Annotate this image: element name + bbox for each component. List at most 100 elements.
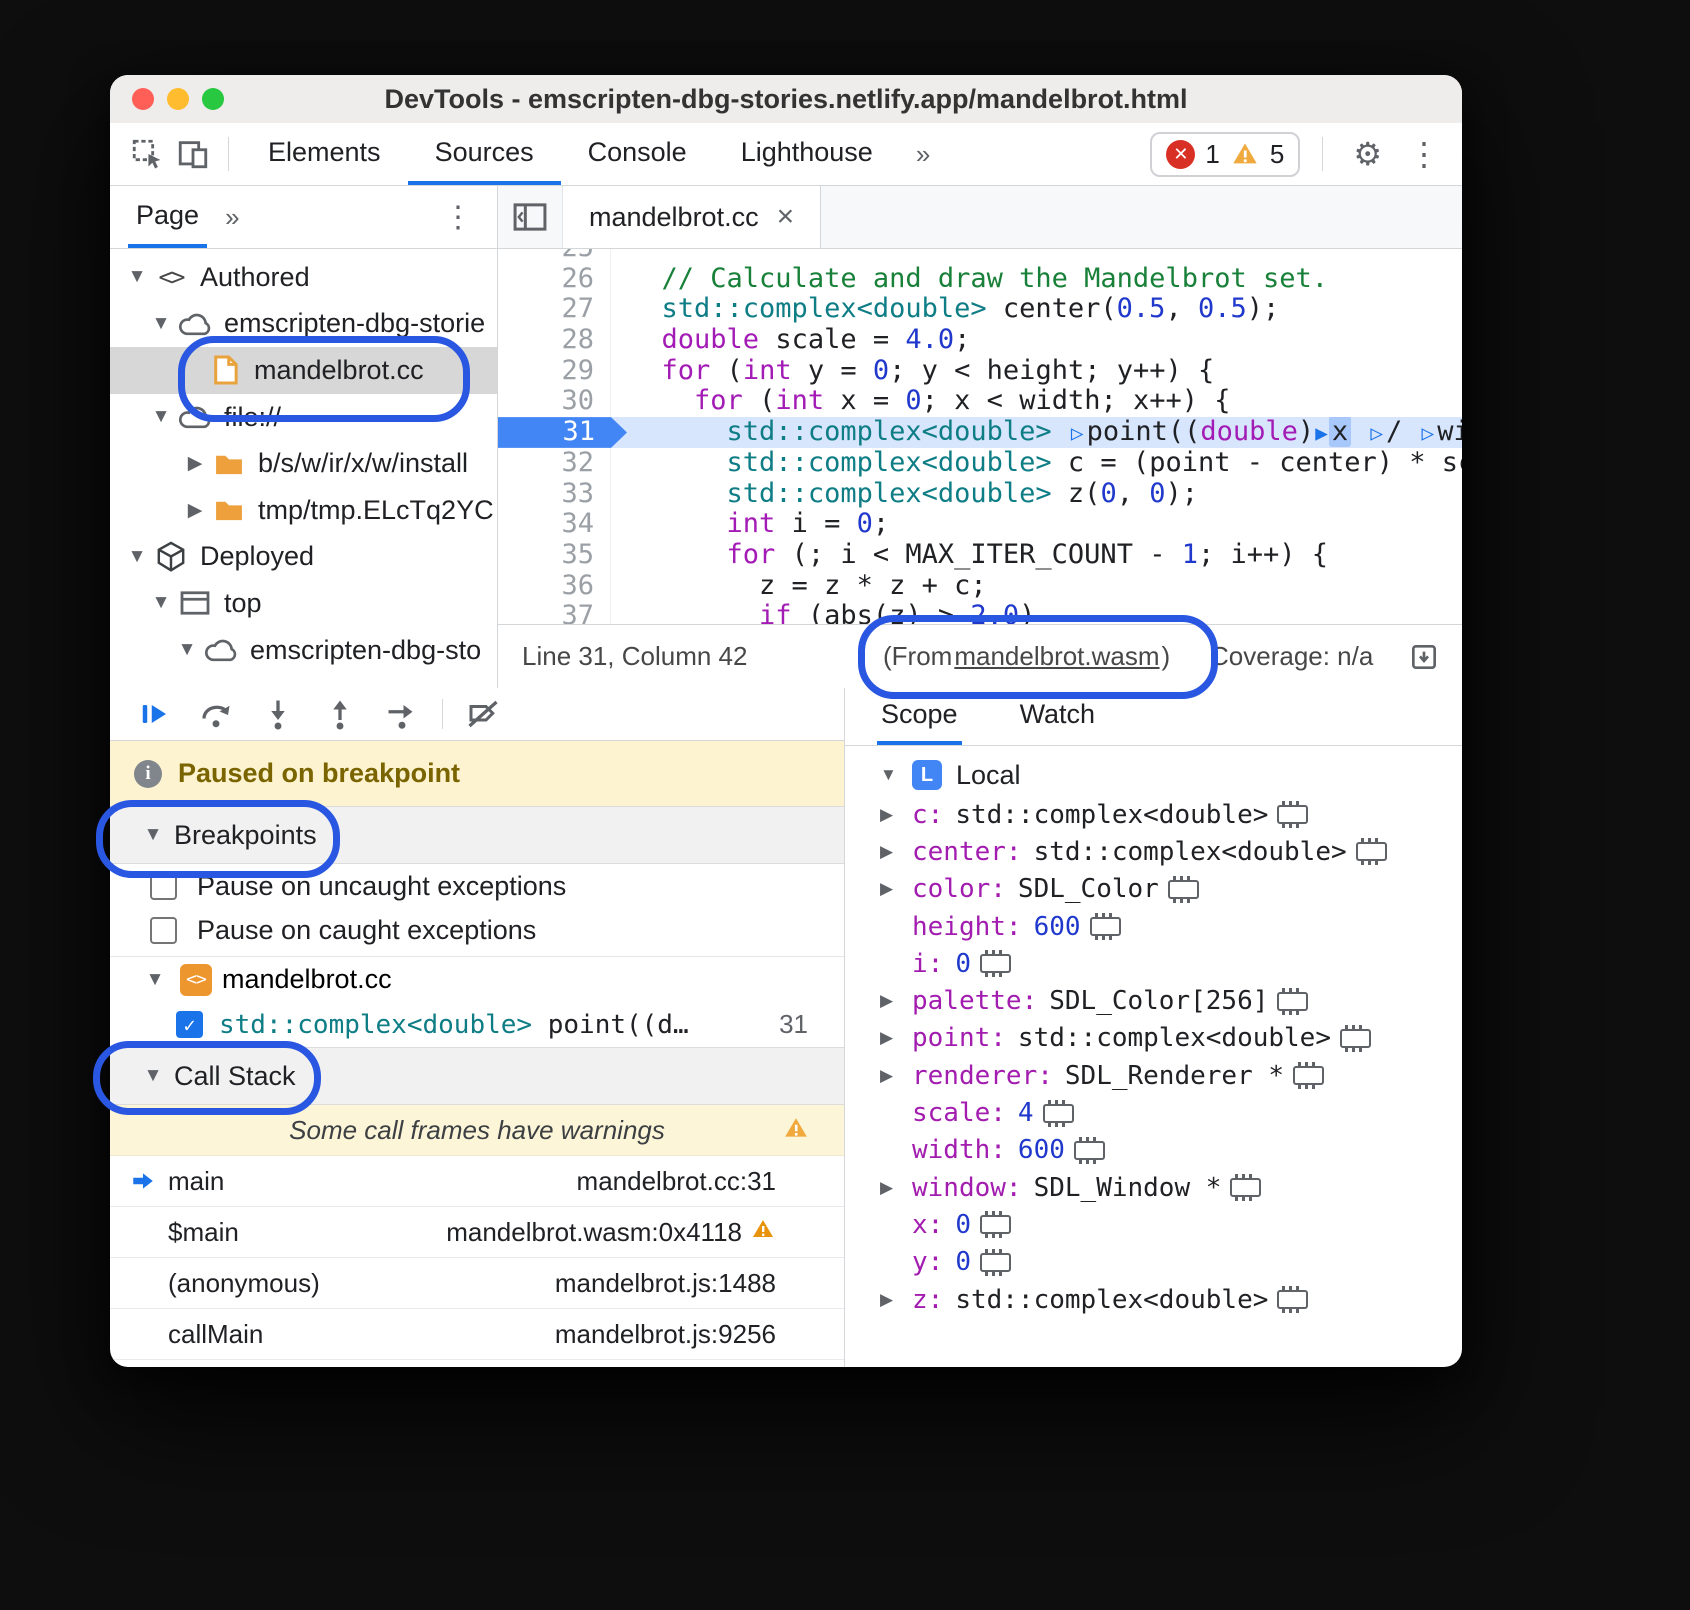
device-toolbar-button[interactable]	[170, 131, 216, 177]
scope-var-z[interactable]: ▶ z: std::complex<double>	[845, 1281, 1462, 1318]
deactivate-breakpoints-button[interactable]	[461, 694, 505, 734]
code-editor[interactable]: 25 26 // Calculate and draw the Mandelbr…	[498, 249, 1462, 624]
memory-inspector-icon[interactable]	[980, 954, 1011, 973]
scope-var-width[interactable]: width: 600	[845, 1132, 1462, 1169]
scope-var-y[interactable]: y: 0	[845, 1244, 1462, 1281]
line-number[interactable]: 28	[498, 325, 611, 356]
tab-lighthouse[interactable]: Lighthouse	[714, 123, 900, 185]
code-line[interactable]: 33 std::complex<double> z(0, 0);	[498, 479, 1462, 510]
navigator-menu-button[interactable]: ⋮	[443, 186, 473, 248]
tab-page[interactable]: Page	[128, 186, 207, 248]
line-number[interactable]: 26	[498, 264, 611, 295]
stack-frame-anonymous[interactable]: (anonymous) mandelbrot.js:1488	[110, 1258, 844, 1309]
line-number[interactable]: 27	[498, 294, 611, 325]
stack-frame-wasm-main[interactable]: $main mandelbrot.wasm:0x4118	[110, 1207, 844, 1258]
tab-console[interactable]: Console	[561, 123, 714, 185]
line-number[interactable]: 30	[498, 386, 611, 417]
tree-item-deployed[interactable]: ▼ Deployed	[110, 534, 497, 581]
tab-elements[interactable]: Elements	[241, 123, 408, 185]
frame-location[interactable]: mandelbrot.cc:31	[577, 1166, 776, 1197]
code-line[interactable]: 32 std::complex<double> c = (point - cen…	[498, 448, 1462, 479]
main-menu-button[interactable]: ⋮	[1400, 135, 1448, 173]
tree-item-file-protocol[interactable]: ▼ file://	[110, 394, 497, 441]
memory-inspector-icon[interactable]	[980, 1215, 1011, 1234]
breakpoint-checkbox[interactable]: ✓	[176, 1011, 203, 1038]
tree-item-tmp-folder[interactable]: ▶ tmp/tmp.ELcTq2YC	[110, 487, 497, 534]
code-line[interactable]: 26 // Calculate and draw the Mandelbrot …	[498, 264, 1462, 295]
tree-item-domain[interactable]: ▼ emscripten-dbg-storie	[110, 301, 497, 348]
code-line[interactable]: 35 for (; i < MAX_ITER_COUNT - 1; i++) {	[498, 540, 1462, 571]
line-number[interactable]: 35	[498, 540, 611, 571]
tab-watch[interactable]: Watch	[1016, 688, 1100, 745]
resume-button[interactable]	[132, 694, 176, 734]
memory-inspector-icon[interactable]	[980, 1253, 1011, 1272]
memory-inspector-icon[interactable]	[1230, 1178, 1261, 1197]
scope-var-color[interactable]: ▶ color: SDL_Color	[845, 871, 1462, 908]
scope-var-point[interactable]: ▶ point: std::complex<double>	[845, 1020, 1462, 1057]
memory-inspector-icon[interactable]	[1043, 1104, 1074, 1123]
line-number[interactable]: 37	[498, 601, 611, 624]
scope-var-center[interactable]: ▶ center: std::complex<double>	[845, 833, 1462, 870]
tree-item-mandelbrot-cc[interactable]: mandelbrot.cc	[110, 347, 497, 394]
breakpoint-file-group[interactable]: ▼ <> mandelbrot.cc	[110, 956, 844, 1002]
scope-var-i[interactable]: i: 0	[845, 945, 1462, 982]
scope-var-window[interactable]: ▶ window: SDL_Window *	[845, 1169, 1462, 1206]
code-line[interactable]: 27 std::complex<double> center(0.5, 0.5)…	[498, 294, 1462, 325]
scope-var-c[interactable]: ▶ c: std::complex<double>	[845, 796, 1462, 833]
close-window-button[interactable]	[132, 88, 154, 110]
memory-inspector-icon[interactable]	[1168, 880, 1199, 899]
memory-inspector-icon[interactable]	[1293, 1066, 1324, 1085]
step-button[interactable]	[380, 694, 424, 734]
settings-button[interactable]: ⚙	[1345, 135, 1390, 173]
scope-var-scale[interactable]: scale: 4	[845, 1094, 1462, 1131]
code-line[interactable]: 30 for (int x = 0; x < width; x++) {	[498, 386, 1462, 417]
memory-inspector-icon[interactable]	[1277, 805, 1308, 824]
memory-inspector-icon[interactable]	[1356, 842, 1387, 861]
frame-location[interactable]: mandelbrot.wasm:0x4118	[446, 1217, 776, 1248]
close-tab-button[interactable]: ×	[777, 202, 795, 232]
tree-item-authored[interactable]: ▼ <> Authored	[110, 254, 497, 301]
memory-inspector-icon[interactable]	[1277, 1290, 1308, 1309]
more-panels-button[interactable]: »	[900, 123, 948, 185]
step-over-button[interactable]	[194, 694, 238, 734]
line-number[interactable]: 33	[498, 479, 611, 510]
code-line[interactable]: 36 z = z * z + c;	[498, 571, 1462, 602]
step-out-button[interactable]	[318, 694, 362, 734]
tree-item-top-frame[interactable]: ▼ top	[110, 580, 497, 627]
issues-button[interactable]: ✕ 1 5	[1150, 132, 1300, 177]
execution-line-marker[interactable]: 31	[498, 417, 627, 448]
code-line[interactable]: 37 if (abs(z) > 2.0)	[498, 601, 1462, 624]
tree-item-install-folder[interactable]: ▶ b/s/w/ir/x/w/install	[110, 440, 497, 487]
line-number[interactable]: 29	[498, 356, 611, 387]
code-line[interactable]: 28 double scale = 4.0;	[498, 325, 1462, 356]
tree-item-deployed-domain[interactable]: ▼ emscripten-dbg-sto	[110, 627, 497, 674]
line-number[interactable]: 34	[498, 509, 611, 540]
scope-local-header[interactable]: ▼ L Local	[845, 754, 1462, 796]
scope-var-renderer[interactable]: ▶ renderer: SDL_Renderer *	[845, 1057, 1462, 1094]
memory-inspector-icon[interactable]	[1340, 1029, 1371, 1048]
wasm-link[interactable]: mandelbrot.wasm	[954, 641, 1159, 672]
breakpoints-section-header[interactable]: ▼ Breakpoints	[110, 806, 844, 864]
memory-inspector-icon[interactable]	[1090, 917, 1121, 936]
line-number[interactable]: 25	[498, 249, 611, 264]
pause-uncaught-checkbox[interactable]	[150, 873, 177, 900]
frame-location[interactable]: mandelbrot.js:9256	[555, 1319, 776, 1350]
execution-line[interactable]: 31 std::complex<double> ▷point((double)▶…	[498, 417, 1462, 448]
stack-frame-main[interactable]: main mandelbrot.cc:31	[110, 1156, 844, 1207]
scope-var-height[interactable]: height: 600	[845, 908, 1462, 945]
minimize-window-button[interactable]	[167, 88, 189, 110]
frame-location[interactable]: mandelbrot.js:1488	[555, 1268, 776, 1299]
code-line[interactable]: 25	[498, 249, 1462, 264]
scope-var-x[interactable]: x: 0	[845, 1206, 1462, 1243]
tab-sources[interactable]: Sources	[408, 123, 561, 185]
scope-var-palette[interactable]: ▶ palette: SDL_Color[256]	[845, 982, 1462, 1019]
call-stack-section-header[interactable]: ▼ Call Stack	[110, 1047, 844, 1105]
memory-inspector-icon[interactable]	[1074, 1141, 1105, 1160]
toggle-navigator-button[interactable]	[498, 186, 563, 248]
step-into-button[interactable]	[256, 694, 300, 734]
inspect-element-button[interactable]	[124, 131, 170, 177]
code-line[interactable]: 34 int i = 0;	[498, 509, 1462, 540]
editor-tab-mandelbrot-cc[interactable]: mandelbrot.cc ×	[563, 186, 821, 248]
coverage-panel-button[interactable]	[1408, 625, 1440, 688]
navigator-more-tabs-button[interactable]: »	[207, 186, 259, 248]
